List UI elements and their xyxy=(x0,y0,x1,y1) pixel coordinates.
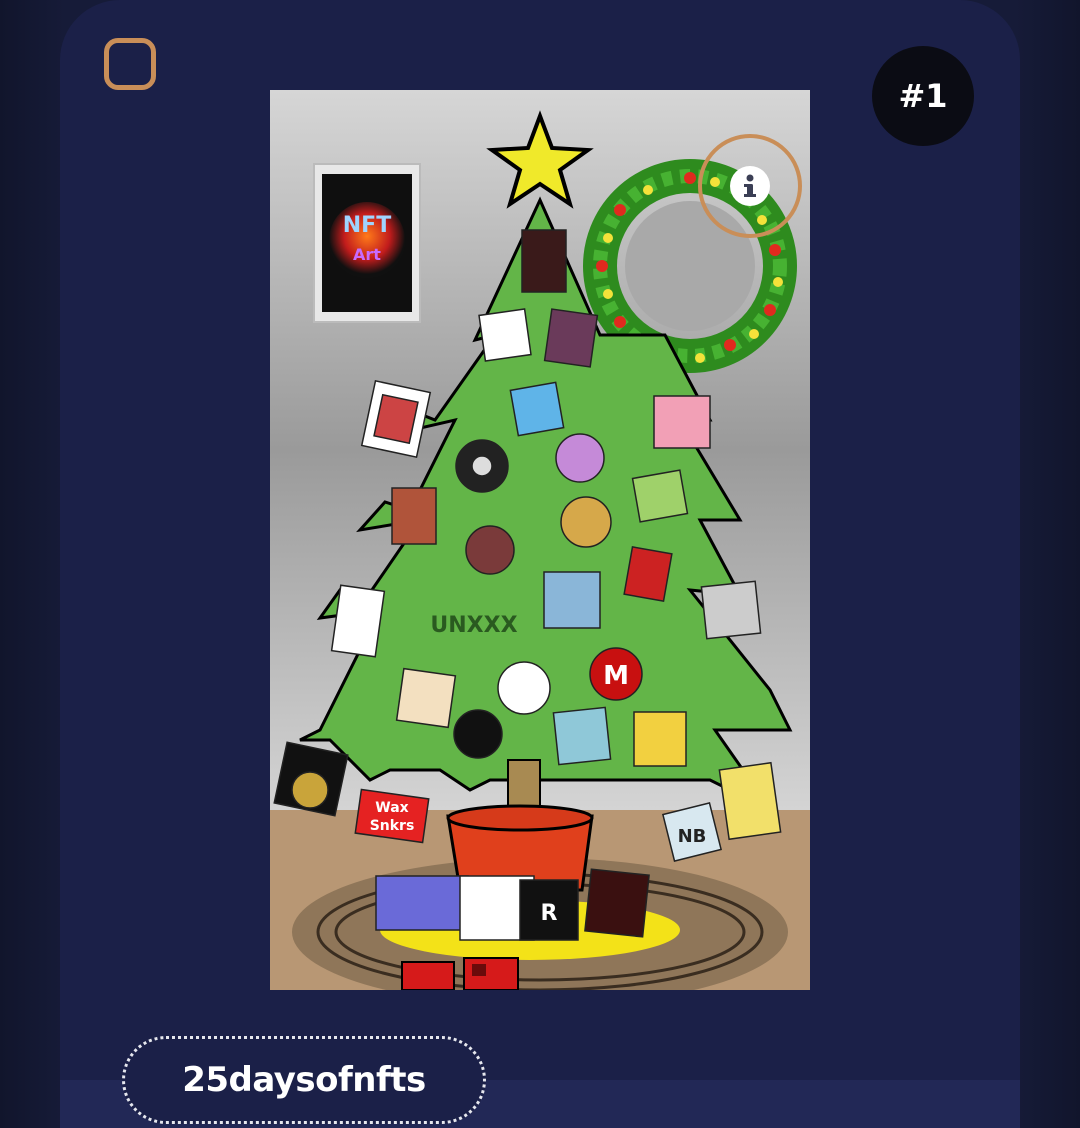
collection-tag[interactable]: 25daysofnfts xyxy=(122,1036,486,1124)
select-checkbox[interactable] xyxy=(104,38,156,90)
rank-badge: #1 xyxy=(872,46,974,146)
info-button[interactable] xyxy=(698,134,802,238)
svg-text:Art: Art xyxy=(353,245,381,264)
svg-text:NFT: NFT xyxy=(343,213,391,238)
svg-text:R: R xyxy=(541,901,558,926)
svg-text:M: M xyxy=(603,661,629,691)
framed-poster: NFT Art xyxy=(313,163,421,323)
svg-text:Wax: Wax xyxy=(375,800,408,816)
svg-text:UNXXX: UNXXX xyxy=(430,613,517,638)
svg-text:Snkrs: Snkrs xyxy=(370,818,415,834)
svg-text:NB: NB xyxy=(678,826,707,847)
nft-artwork[interactable]: NFT Art UNXXX M NB Wax Snkrs R xyxy=(270,90,810,990)
nft-card[interactable]: #1 NFT Art UNXXX M NB Wax Snkrs R 25days… xyxy=(60,0,1020,1128)
info-icon xyxy=(730,166,770,206)
